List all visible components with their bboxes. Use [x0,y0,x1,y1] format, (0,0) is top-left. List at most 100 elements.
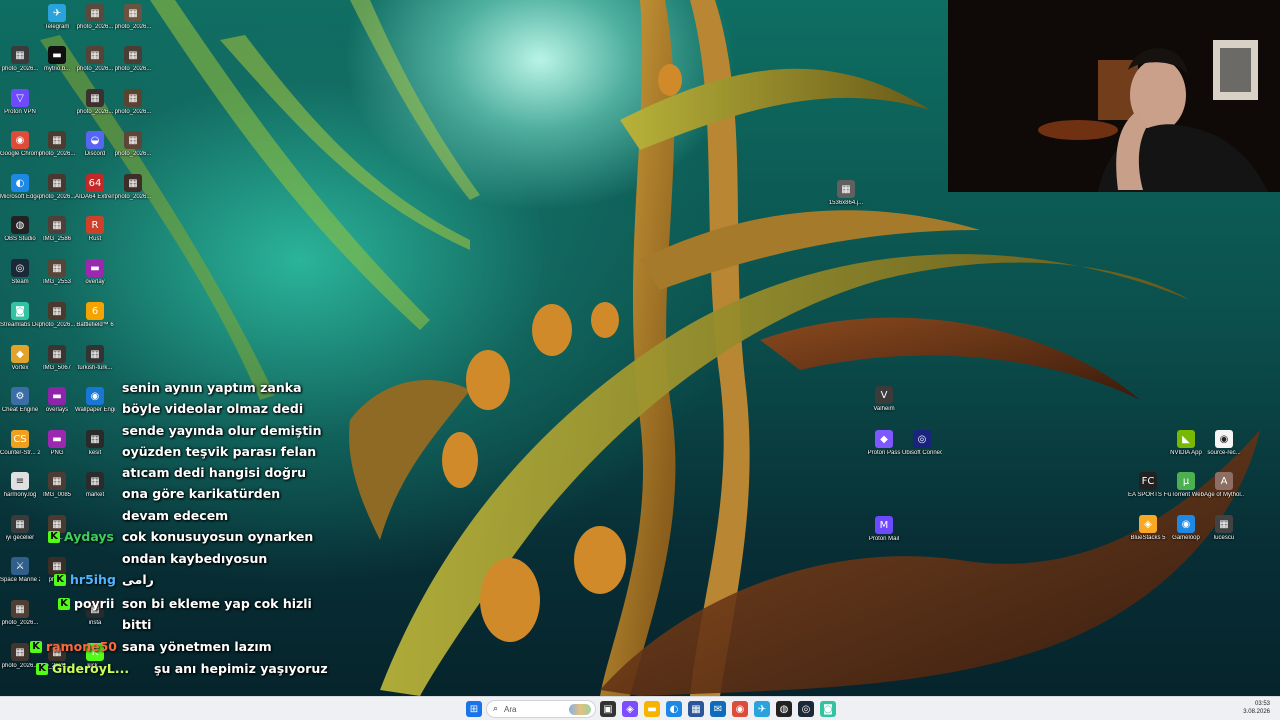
taskbar-file-explorer-icon[interactable]: ▬ [644,701,660,717]
desktop-icon[interactable]: ⚙ Cheat Engine [0,387,40,414]
taskbar-windows-start-icon[interactable]: ⊞ [466,701,482,717]
desktop-icon[interactable]: ◎ Steam [0,259,40,286]
desktop-icon[interactable]: ▦ photo_2026... [75,4,115,31]
app-icon: ▦ [86,4,104,22]
desktop-icon[interactable]: ▦ market [75,472,115,499]
kick-badge-icon: K [48,531,60,543]
desktop-icon[interactable]: ▦ photo_2026... [113,89,153,116]
app-icon: V [875,386,893,404]
app-icon: ▦ [48,259,66,277]
desktop-icon[interactable]: ◣ NVIDIA App [1166,430,1206,457]
desktop-icon[interactable]: V Valheim [864,386,904,413]
desktop-icon[interactable]: ▽ Proton VPN [0,89,40,116]
desktop-icon-label: harmony.log [3,492,37,498]
desktop-icon-label: PNG [50,450,64,456]
desktop-icon-label: photo_2026... [1,663,39,669]
desktop-icon[interactable]: ◒ Discord [75,131,115,158]
desktop-icon[interactable]: R Rust [75,216,115,243]
desktop-icon-label: overlay [85,279,105,285]
desktop-icon[interactable]: ◉ Gameloop [1166,515,1206,542]
desktop-icon[interactable]: CS Counter-Str... 2 [0,430,40,457]
taskbar-mail-icon[interactable]: ✉ [710,701,726,717]
chat-message: senin aynın yaptım zanka [122,380,302,395]
taskbar-ms-store-icon[interactable]: ▦ [688,701,704,717]
desktop-icon-label: Gameloop [1172,535,1200,541]
taskbar-copilot-icon[interactable]: ◈ [622,701,638,717]
taskbar-obs-icon[interactable]: ◍ [776,701,792,717]
desktop-icon[interactable]: ▦ photo_2026... [37,131,77,158]
desktop-icon[interactable]: ◙ Streamlabs Desktop [0,302,40,329]
desktop-icon[interactable]: ◆ Vortex [0,345,40,372]
app-icon: ◉ [86,387,104,405]
taskbar-search-box[interactable]: ⌕ Ara [486,700,596,718]
desktop-icon[interactable]: ▦ photo_2026... [75,89,115,116]
desktop-icon[interactable]: ◐ Microsoft Edge [0,174,40,201]
desktop-icon[interactable]: ▦ photo_2026... [0,600,40,627]
taskbar-chrome-icon[interactable]: ◉ [732,701,748,717]
desktop-icon[interactable]: ▦ IMG_0085 [37,472,77,499]
desktop-icon[interactable]: ▦ photo_2026... [0,46,40,73]
chat-message: cok konusuyosun oynarken [122,529,314,544]
desktop-icon[interactable]: ◉ Google Chrome [0,131,40,158]
desktop-icon[interactable]: ✈ Telegram [37,4,77,31]
taskbar-streamlabs-icon[interactable]: ◙ [820,701,836,717]
taskbar-steam-icon[interactable]: ◎ [798,701,814,717]
desktop-icon[interactable]: ◆ Proton Pass [864,430,904,457]
chat-username: poyrii [74,596,115,611]
desktop-icon-label: market [85,492,105,498]
desktop-icon-label: photo_2026... [76,24,114,30]
desktop-icon[interactable]: ◎ Ubisoft Connect [902,430,942,457]
desktop-icon[interactable]: µ uTorrent Web [1166,472,1206,499]
desktop-icon[interactable]: ◈ BlueStacks 5 [1128,515,1168,542]
desktop-icon[interactable]: ≡ harmony.log [0,472,40,499]
desktop-icon[interactable]: ▦ photo_2026... [113,46,153,73]
desktop-icon[interactable]: ▦ turkish-turk... [75,345,115,372]
desktop-icon[interactable]: ▦ iyi gecelier [0,515,40,542]
desktop-icon[interactable]: A Age of Mythol... [1204,472,1244,499]
desktop-icon[interactable]: ◉ source-rec... [1204,430,1244,457]
desktop-icon[interactable]: ▬ PNG [37,430,77,457]
desktop-icon[interactable]: ▦ photo_2026... [113,174,153,201]
desktop-icon[interactable]: 6 Battlefield™ 6 [75,302,115,329]
app-icon: ▦ [48,472,66,490]
desktop-icon[interactable]: ▦ photo_2026... [75,46,115,73]
desktop-icon[interactable]: ▦ IMG_2553 [37,259,77,286]
desktop-icon[interactable]: ▦ 1536x864.j... [826,180,866,207]
app-icon: ◣ [1177,430,1195,448]
desktop-icon[interactable]: 64 AIDA64 Extreme [75,174,115,201]
app-icon: ◉ [1177,515,1195,533]
taskbar-edge-icon[interactable]: ◐ [666,701,682,717]
app-icon: ◆ [11,345,29,363]
desktop-icon[interactable]: ▦ photo_2026... [37,174,77,201]
system-clock[interactable]: 03:53 3.08.2026 [1243,700,1270,716]
desktop-icon[interactable]: ▬ overlays [37,387,77,414]
desktop-icon-label: Age of Mythol... [1204,492,1244,498]
app-icon: ▦ [124,4,142,22]
desktop-icon[interactable]: ◉ Wallpaper Engine [75,387,115,414]
desktop-icon-label: Battlefield™ 6 [76,322,114,328]
app-icon: A [1215,472,1233,490]
app-icon: 6 [86,302,104,320]
desktop-icon[interactable]: ▦ photo_2026... [113,4,153,31]
desktop-icon[interactable]: ▦ lucescu [1204,515,1244,542]
app-icon: ▦ [837,180,855,198]
search-icon: ⌕ [493,704,499,714]
desktop-icon-label: kesit [88,450,102,456]
desktop-icon[interactable]: ▬ overlay [75,259,115,286]
desktop-icon[interactable]: ▦ photo_2026... [37,302,77,329]
desktop-icon[interactable]: ⚔ Space Marine 2 (TL) [0,557,40,584]
chat-username: ramone50 [46,639,117,654]
desktop-icon[interactable]: ▦ IMG_5067 [37,345,77,372]
desktop-icon[interactable]: ▦ IMG_2586 [37,216,77,243]
desktop-icon[interactable]: ▬ mytrio.b... [37,46,77,73]
desktop-icon[interactable]: ◍ OBS Studio [0,216,40,243]
taskbar-task-view-icon[interactable]: ▣ [600,701,616,717]
desktop-icon[interactable]: FC EA SPORTS FC™ 26 [1128,472,1168,499]
desktop-icon[interactable]: ▦ kesit [75,430,115,457]
desktop-icon[interactable]: M Proton Mail [864,516,904,543]
app-icon: CS [11,430,29,448]
desktop-icon[interactable]: ▦ photo_2026... [113,131,153,158]
app-icon: ◐ [11,174,29,192]
desktop-icon-label: mytrio.b... [43,66,71,72]
taskbar-telegram-icon[interactable]: ✈ [754,701,770,717]
